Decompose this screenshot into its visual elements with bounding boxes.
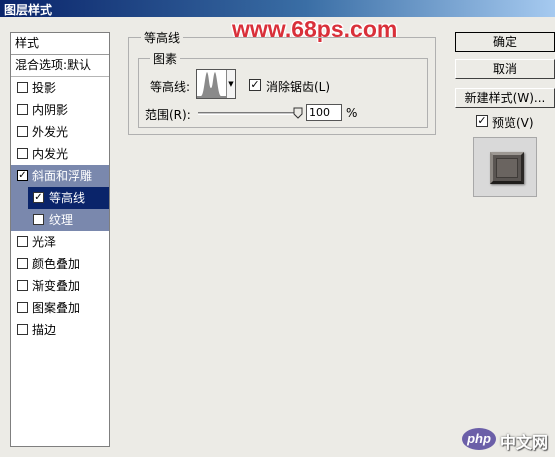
preview-checkbox[interactable]: ✓ <box>476 115 488 127</box>
anti-alias-label[interactable]: 消除锯齿(L) <box>266 78 330 95</box>
cancel-button[interactable]: 取消 <box>455 59 555 79</box>
range-input[interactable]: 100 <box>306 104 342 121</box>
pattern-overlay-checkbox[interactable] <box>17 302 28 313</box>
style-item-bevel-emboss[interactable]: ✓ 斜面和浮雕 <box>11 165 109 187</box>
chevron-down-icon[interactable]: ▼ <box>226 70 235 98</box>
new-style-button[interactable]: 新建样式(W)... <box>455 88 555 108</box>
range-slider-track[interactable] <box>198 112 299 115</box>
style-item-inner-glow[interactable]: 内发光 <box>11 143 109 165</box>
color-overlay-checkbox[interactable] <box>17 258 28 269</box>
anti-alias-checkbox[interactable]: ✓ <box>249 79 261 91</box>
style-item-label: 颜色叠加 <box>32 257 81 271</box>
window-title: 图层样式 <box>4 3 53 17</box>
style-item-label: 投影 <box>32 81 57 95</box>
range-slider-thumb[interactable] <box>293 107 303 119</box>
contour-label: 等高线: <box>150 80 191 94</box>
style-item-label: 外发光 <box>32 125 69 139</box>
style-item-label: 纹理 <box>49 213 74 227</box>
style-item-outer-glow[interactable]: 外发光 <box>11 121 109 143</box>
preview-label[interactable]: 预览(V) <box>492 114 534 131</box>
style-preview <box>473 137 537 197</box>
range-unit: % <box>346 106 358 120</box>
style-item-color-overlay[interactable]: 颜色叠加 <box>11 253 109 275</box>
outer-glow-checkbox[interactable] <box>17 126 28 137</box>
gradient-overlay-checkbox[interactable] <box>17 280 28 291</box>
style-item-gradient-overlay[interactable]: 渐变叠加 <box>11 275 109 297</box>
style-item-label: 斜面和浮雕 <box>32 169 93 183</box>
style-item-label: 图案叠加 <box>32 301 81 315</box>
style-item-inner-shadow[interactable]: 内阴影 <box>11 99 109 121</box>
style-item-label: 内发光 <box>32 147 69 161</box>
satin-checkbox[interactable] <box>17 236 28 247</box>
styles-header[interactable]: 样式 <box>11 33 109 55</box>
php-logo: php <box>462 428 496 450</box>
style-item-satin[interactable]: 光泽 <box>11 231 109 253</box>
inner-shadow-checkbox[interactable] <box>17 104 28 115</box>
site-badge: php 中文网 <box>462 426 552 452</box>
style-item-label: 光泽 <box>32 235 57 249</box>
style-item-drop-shadow[interactable]: 投影 <box>11 77 109 99</box>
style-item-label: 渐变叠加 <box>32 279 81 293</box>
style-item-label: 等高线 <box>49 191 86 205</box>
contour-picker[interactable]: ▼ <box>196 69 236 99</box>
blend-options-item[interactable]: 混合选项:默认 <box>11 55 109 77</box>
elements-group-title: 图素 <box>150 50 181 67</box>
style-item-pattern-overlay[interactable]: 图案叠加 <box>11 297 109 319</box>
style-item-stroke[interactable]: 描边 <box>11 319 109 341</box>
style-item-contour[interactable]: ✓ 等高线 <box>11 187 109 209</box>
contour-curve-icon <box>197 72 226 98</box>
contour-group-title: 等高线 <box>141 29 184 46</box>
inner-glow-checkbox[interactable] <box>17 148 28 159</box>
title-bar: 图层样式 <box>0 0 555 17</box>
style-item-label: 描边 <box>32 323 57 337</box>
drop-shadow-checkbox[interactable] <box>17 82 28 93</box>
stroke-checkbox[interactable] <box>17 324 28 335</box>
ok-button[interactable]: 确定 <box>455 32 555 52</box>
badge-text: 中文网 <box>500 433 549 452</box>
styles-list: 样式 混合选项:默认 投影 内阴影 外发光 内发光 ✓ 斜面和浮雕 ✓ 等高线 … <box>10 32 110 447</box>
texture-checkbox[interactable] <box>33 214 44 225</box>
bevel-emboss-checkbox[interactable]: ✓ <box>17 170 28 181</box>
contour-checkbox[interactable]: ✓ <box>33 192 44 203</box>
range-label: 范围(R): <box>145 108 191 122</box>
preview-swatch <box>490 152 524 184</box>
style-item-texture[interactable]: 纹理 <box>11 209 109 231</box>
style-item-label: 内阴影 <box>32 103 69 117</box>
